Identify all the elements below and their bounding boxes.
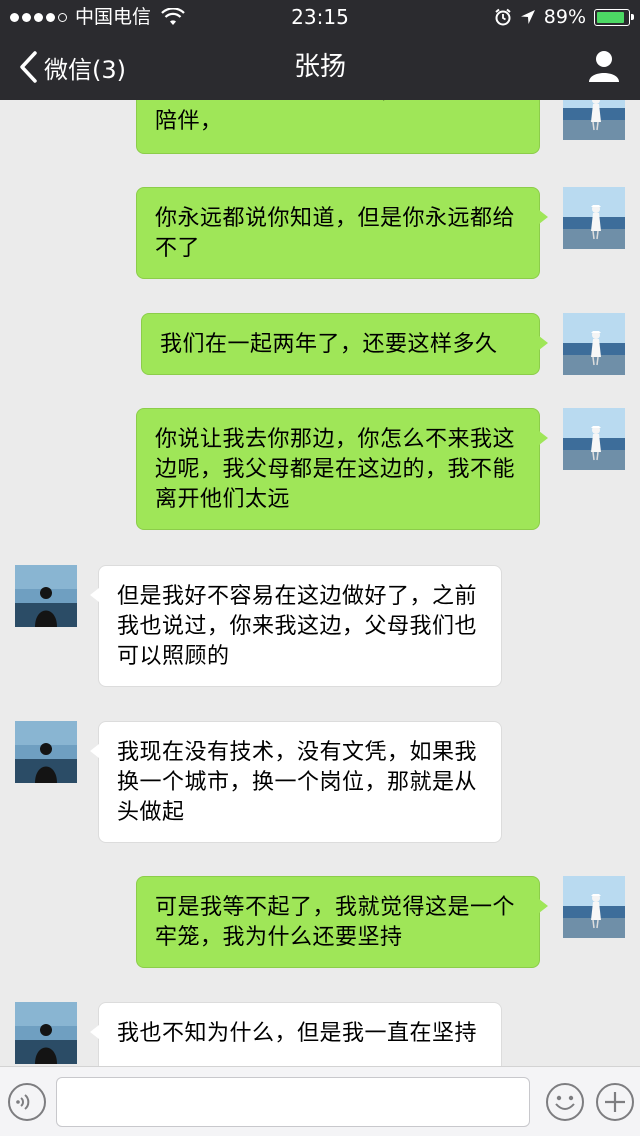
message-bubble[interactable]: 我们在一起两年了，还要这样多久 (141, 313, 548, 375)
battery-level (597, 11, 624, 23)
man-silhouette-avatar[interactable] (15, 721, 77, 783)
girl-at-sea-avatar[interactable] (563, 408, 625, 470)
message-input[interactable] (56, 1077, 530, 1127)
man-silhouette-avatar[interactable] (15, 565, 77, 627)
girl-at-sea-avatar[interactable] (563, 876, 625, 938)
message-bubble[interactable]: 可是我等不起了，我就觉得这是一个牢笼，我为什么还要坚持 (136, 876, 548, 968)
status-bar: 中国电信 23:15 89% (0, 0, 640, 34)
battery-icon (594, 8, 634, 26)
emoji-icon[interactable] (544, 1081, 586, 1123)
message-bubble[interactable]: 你说让我去你那边，你怎么不来我这边呢，我父母都是在这边的，我不能离开他们太远 (136, 408, 548, 530)
girl-at-sea-avatar[interactable] (563, 313, 625, 375)
girl-at-sea-avatar[interactable] (563, 187, 625, 249)
chat-title: 张扬 (293, 52, 346, 82)
navigation-bar: 微信(3) 张扬 (0, 34, 640, 100)
girl-at-sea-avatar[interactable] (563, 100, 625, 140)
message-bubble[interactable]: 但是我好不容易在这边做好了，之前我也说过，你来我这边，父母我们也可以照顾的 (90, 565, 502, 687)
battery-percent: 89% (543, 6, 586, 28)
chat-history[interactable]: 我受不了这样的生活了，我需要的是陪伴， 你永远都说你知道，但是你永远都给不了我们在… (0, 100, 640, 1066)
status-right: 89% (494, 0, 634, 34)
message-bubble[interactable]: 我受不了这样的生活了，我需要的是陪伴， (136, 100, 540, 154)
voice-icon[interactable] (6, 1081, 48, 1123)
location-arrow-icon (520, 10, 535, 24)
man-silhouette-avatar[interactable] (15, 1002, 77, 1064)
input-bar (0, 1066, 640, 1136)
contact-info-icon[interactable] (586, 48, 622, 84)
message-bubble[interactable]: 我现在没有技术，没有文凭，如果我换一个城市，换一个岗位，那就是从头做起 (90, 721, 502, 843)
top-bar: 中国电信 23:15 89% 微信(3) 张扬 (0, 0, 640, 100)
plus-icon[interactable] (594, 1081, 636, 1123)
message-bubble[interactable]: 你永远都说你知道，但是你永远都给不了 (136, 187, 548, 279)
alarm-icon (495, 8, 511, 26)
message-bubble[interactable]: 我也不知为什么，但是我一直在坚持 (90, 1002, 502, 1066)
